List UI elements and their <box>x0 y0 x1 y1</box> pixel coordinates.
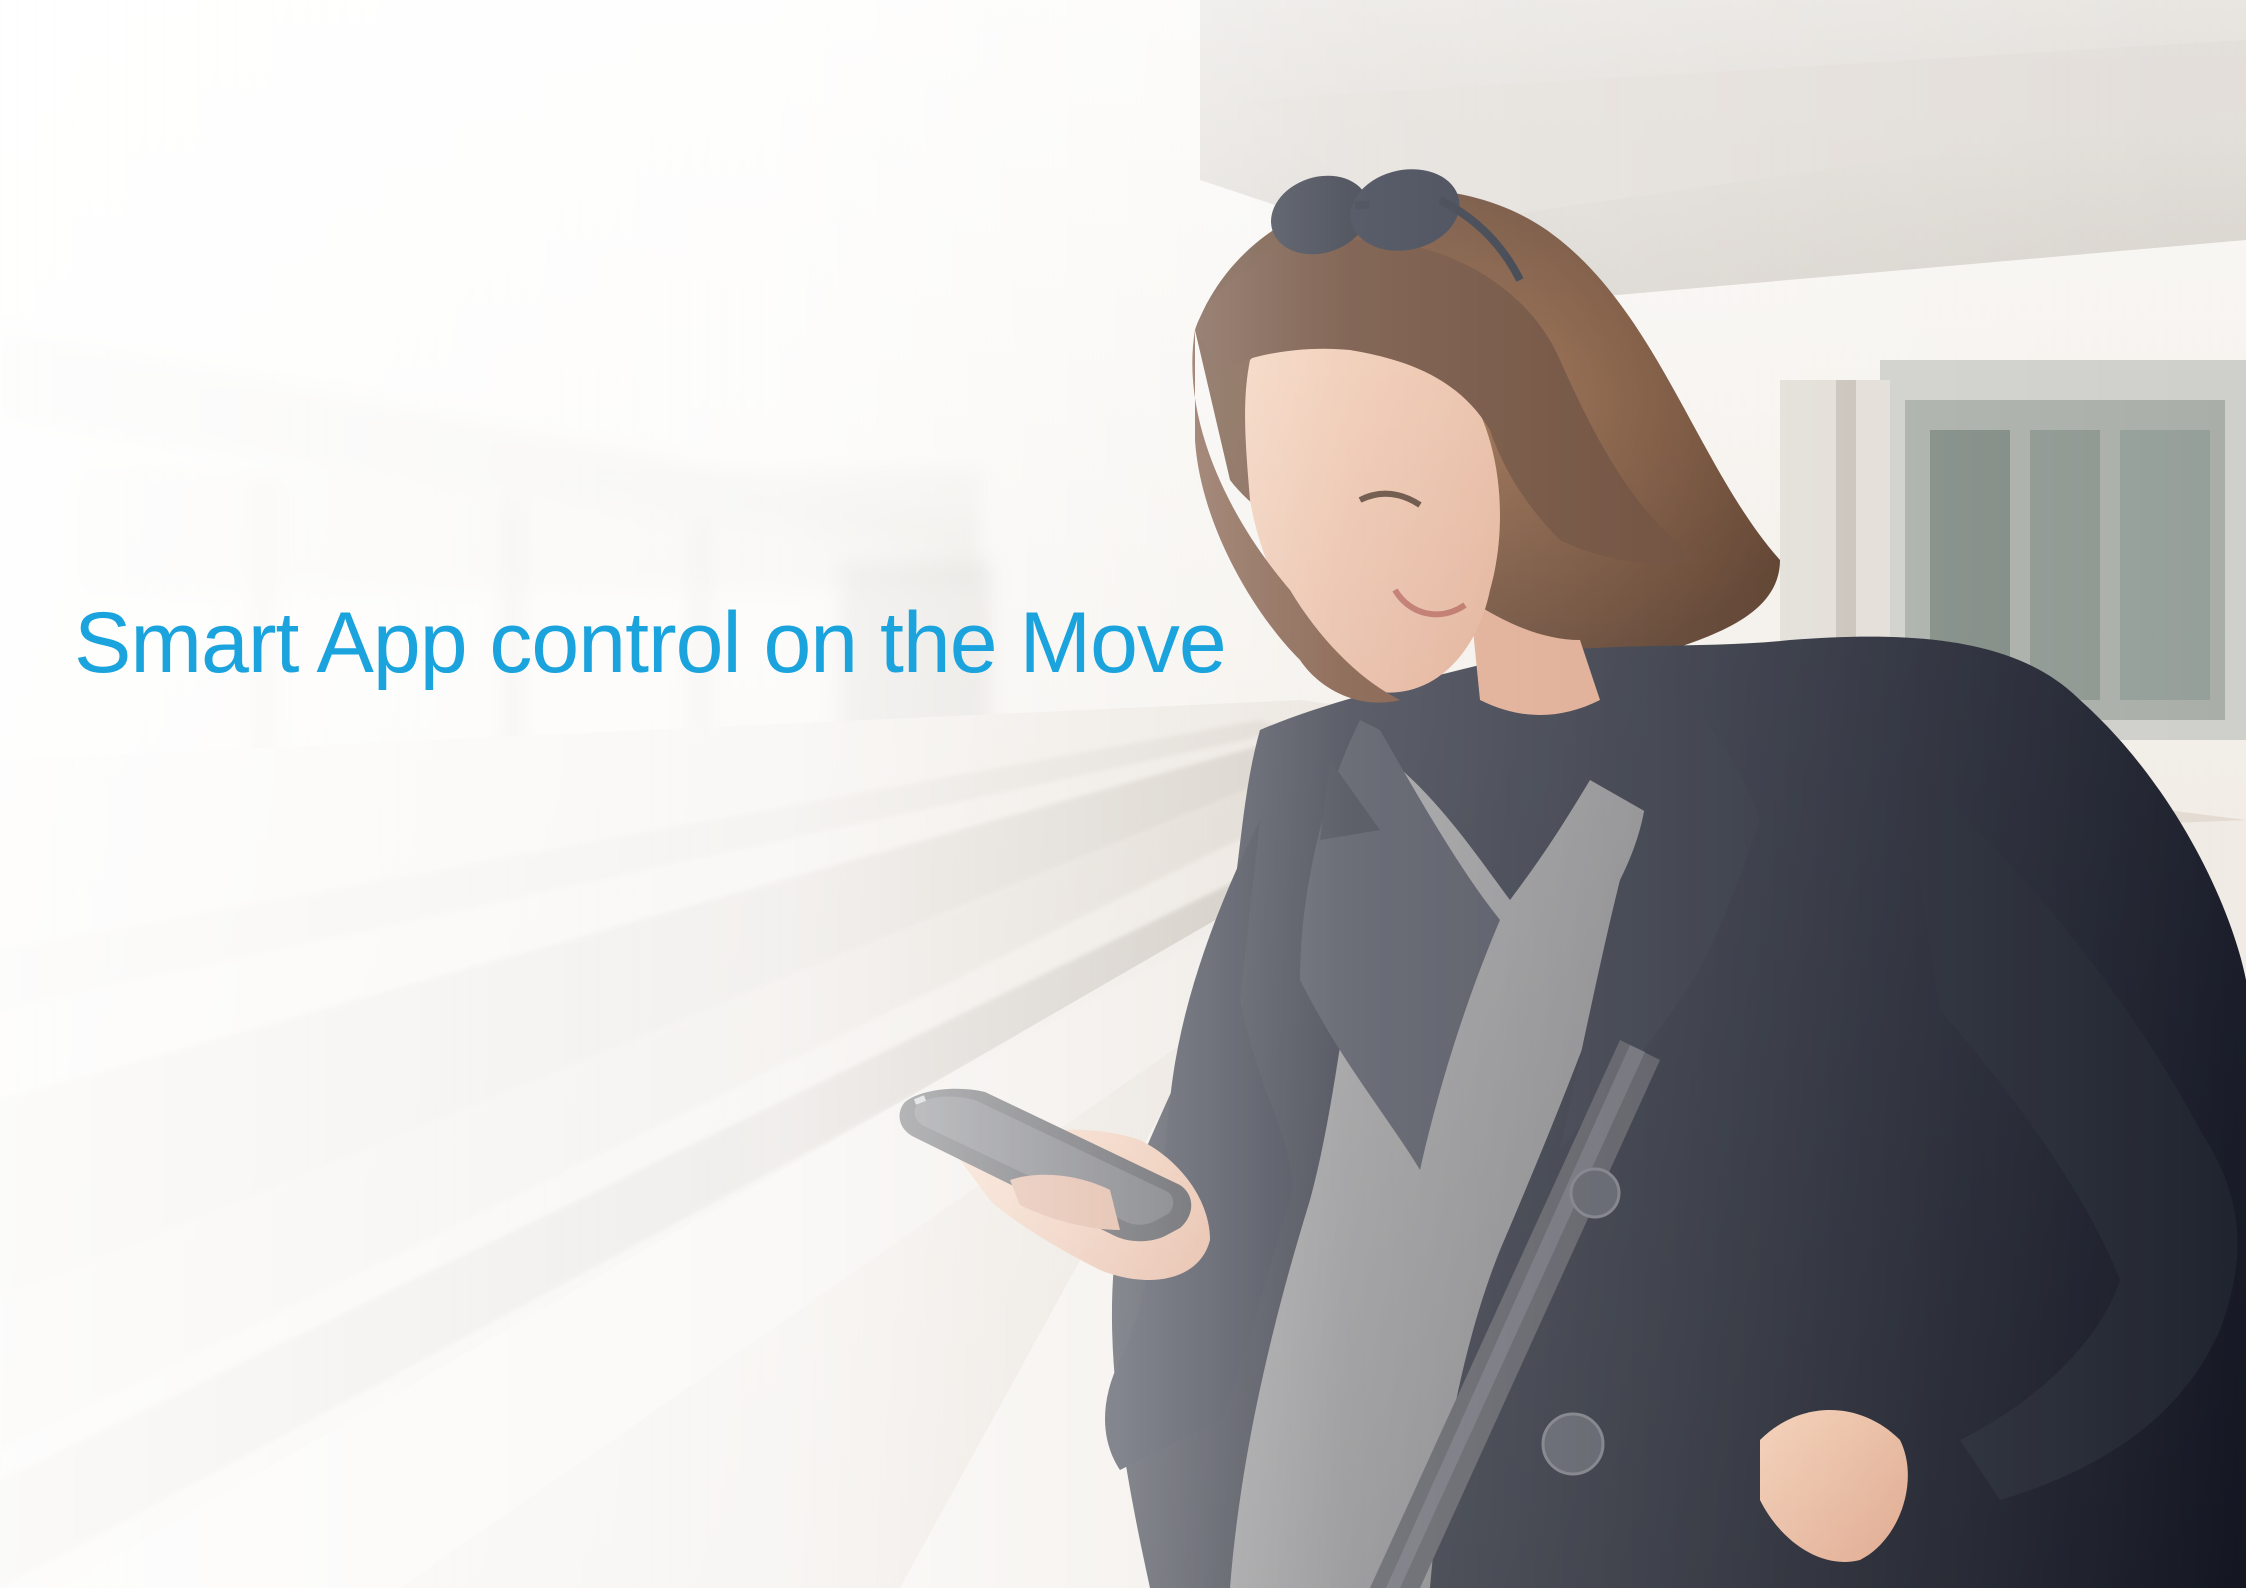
headline: Smart App control on the Move <box>74 595 1227 691</box>
left-fade-overlay <box>0 0 2246 1588</box>
hero-photo: Smart App control on the Move <box>0 0 2246 1588</box>
photo-illustration <box>0 0 2246 1588</box>
